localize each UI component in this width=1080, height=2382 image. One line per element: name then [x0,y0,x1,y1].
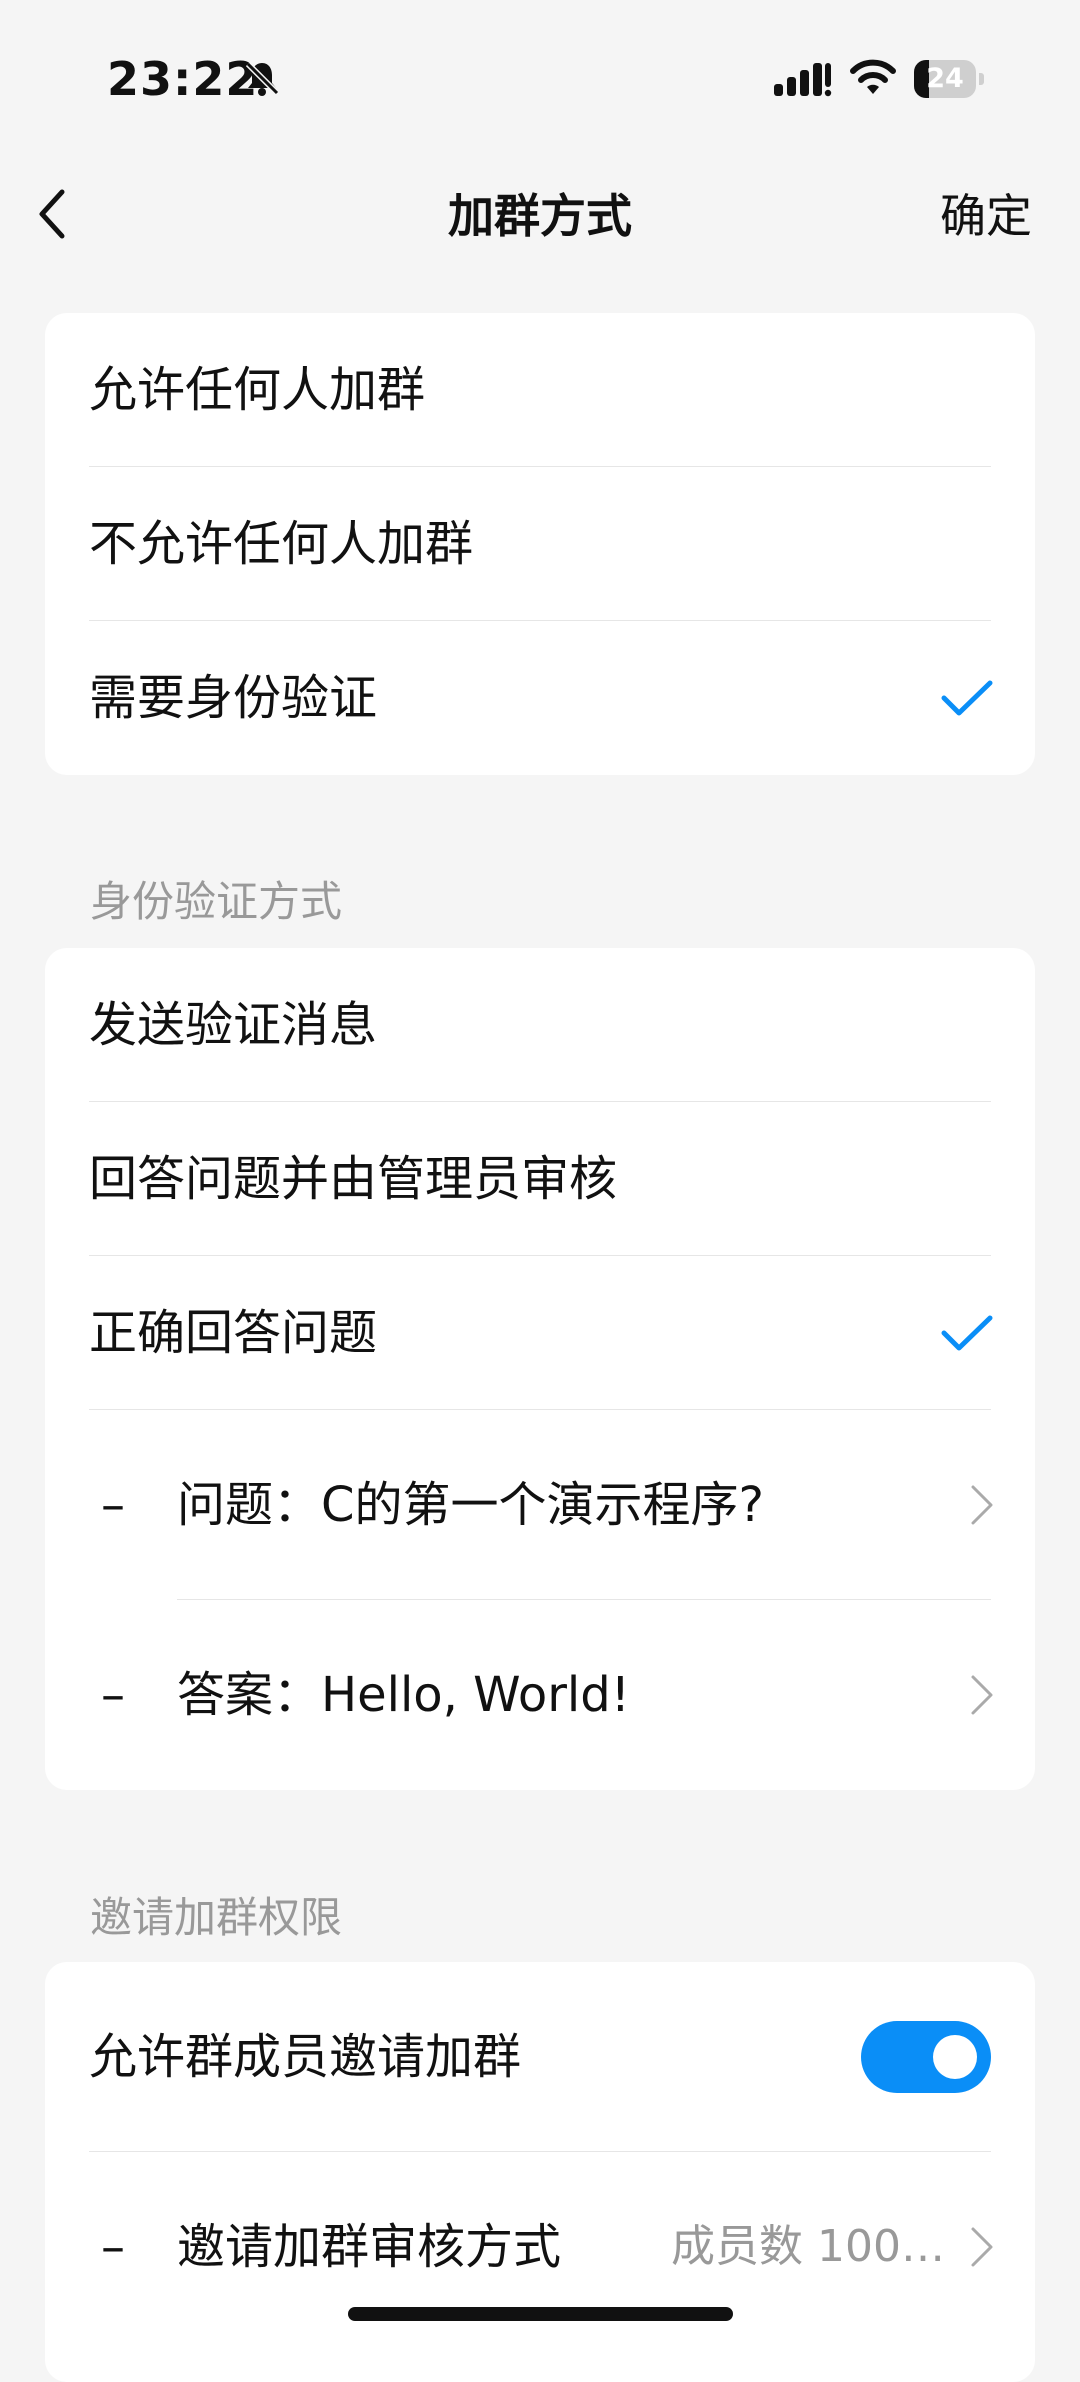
option-label: 允许任何人加群 [89,362,426,418]
toggle-knob [933,2035,977,2079]
section-header-invite: 邀请加群权限 [90,1893,343,1942]
wifi-icon [850,59,896,94]
option-answer-correctly[interactable]: 正确回答问题 [45,1256,1035,1410]
check-icon [941,680,993,716]
option-label: 需要身份验证 [89,670,378,726]
check-icon [941,1315,993,1351]
answer-label: 答案：Hello, World! [177,1667,630,1723]
chevron-right-icon [971,1675,993,1715]
dash: – [101,1667,125,1723]
option-send-message[interactable]: 发送验证消息 [45,948,1035,1102]
option-allow-none[interactable]: 不允许任何人加群 [45,467,1035,621]
home-indicator[interactable] [348,2307,733,2321]
option-label: 正确回答问题 [89,1305,378,1361]
question-row[interactable]: – 问题：C的第一个演示程序? [45,1410,1035,1600]
status-bar: 23:22 24 [0,0,1080,160]
question-label: 问题：C的第一个演示程序? [177,1477,764,1533]
allow-invite-label: 允许群成员邀请加群 [89,2029,522,2085]
option-answer-admin-review[interactable]: 回答问题并由管理员审核 [45,1102,1035,1256]
chevron-right-icon [971,2227,993,2267]
status-time: 23:22 [107,52,259,106]
join-options-card: 允许任何人加群 不允许任何人加群 需要身份验证 [45,313,1035,775]
allow-invite-toggle[interactable] [861,2021,991,2093]
confirm-button[interactable]: 确定 [940,180,1032,246]
option-label: 回答问题并由管理员审核 [89,1151,618,1207]
bell-off-icon [245,61,280,96]
option-allow-anyone[interactable]: 允许任何人加群 [45,313,1035,467]
signal-icon [774,63,832,97]
answer-row[interactable]: – 答案：Hello, World! [45,1600,1035,1790]
chevron-right-icon [971,1485,993,1525]
battery-icon: 24 [914,60,986,98]
option-label: 发送验证消息 [89,997,378,1053]
option-require-verification[interactable]: 需要身份验证 [45,621,1035,775]
allow-invite-row: 允许群成员邀请加群 [45,1962,1035,2152]
option-label: 不允许任何人加群 [89,516,474,572]
verification-card: 发送验证消息 回答问题并由管理员审核 正确回答问题 – 问题：C的第一个演示程序… [45,948,1035,1790]
nav-bar: 加群方式 确定 [0,160,1080,260]
dash: – [101,1477,125,1533]
battery-level-text: 24 [926,63,964,94]
dash: – [101,2219,125,2275]
section-header-verification: 身份验证方式 [90,877,343,926]
page-title: 加群方式 [448,189,632,243]
